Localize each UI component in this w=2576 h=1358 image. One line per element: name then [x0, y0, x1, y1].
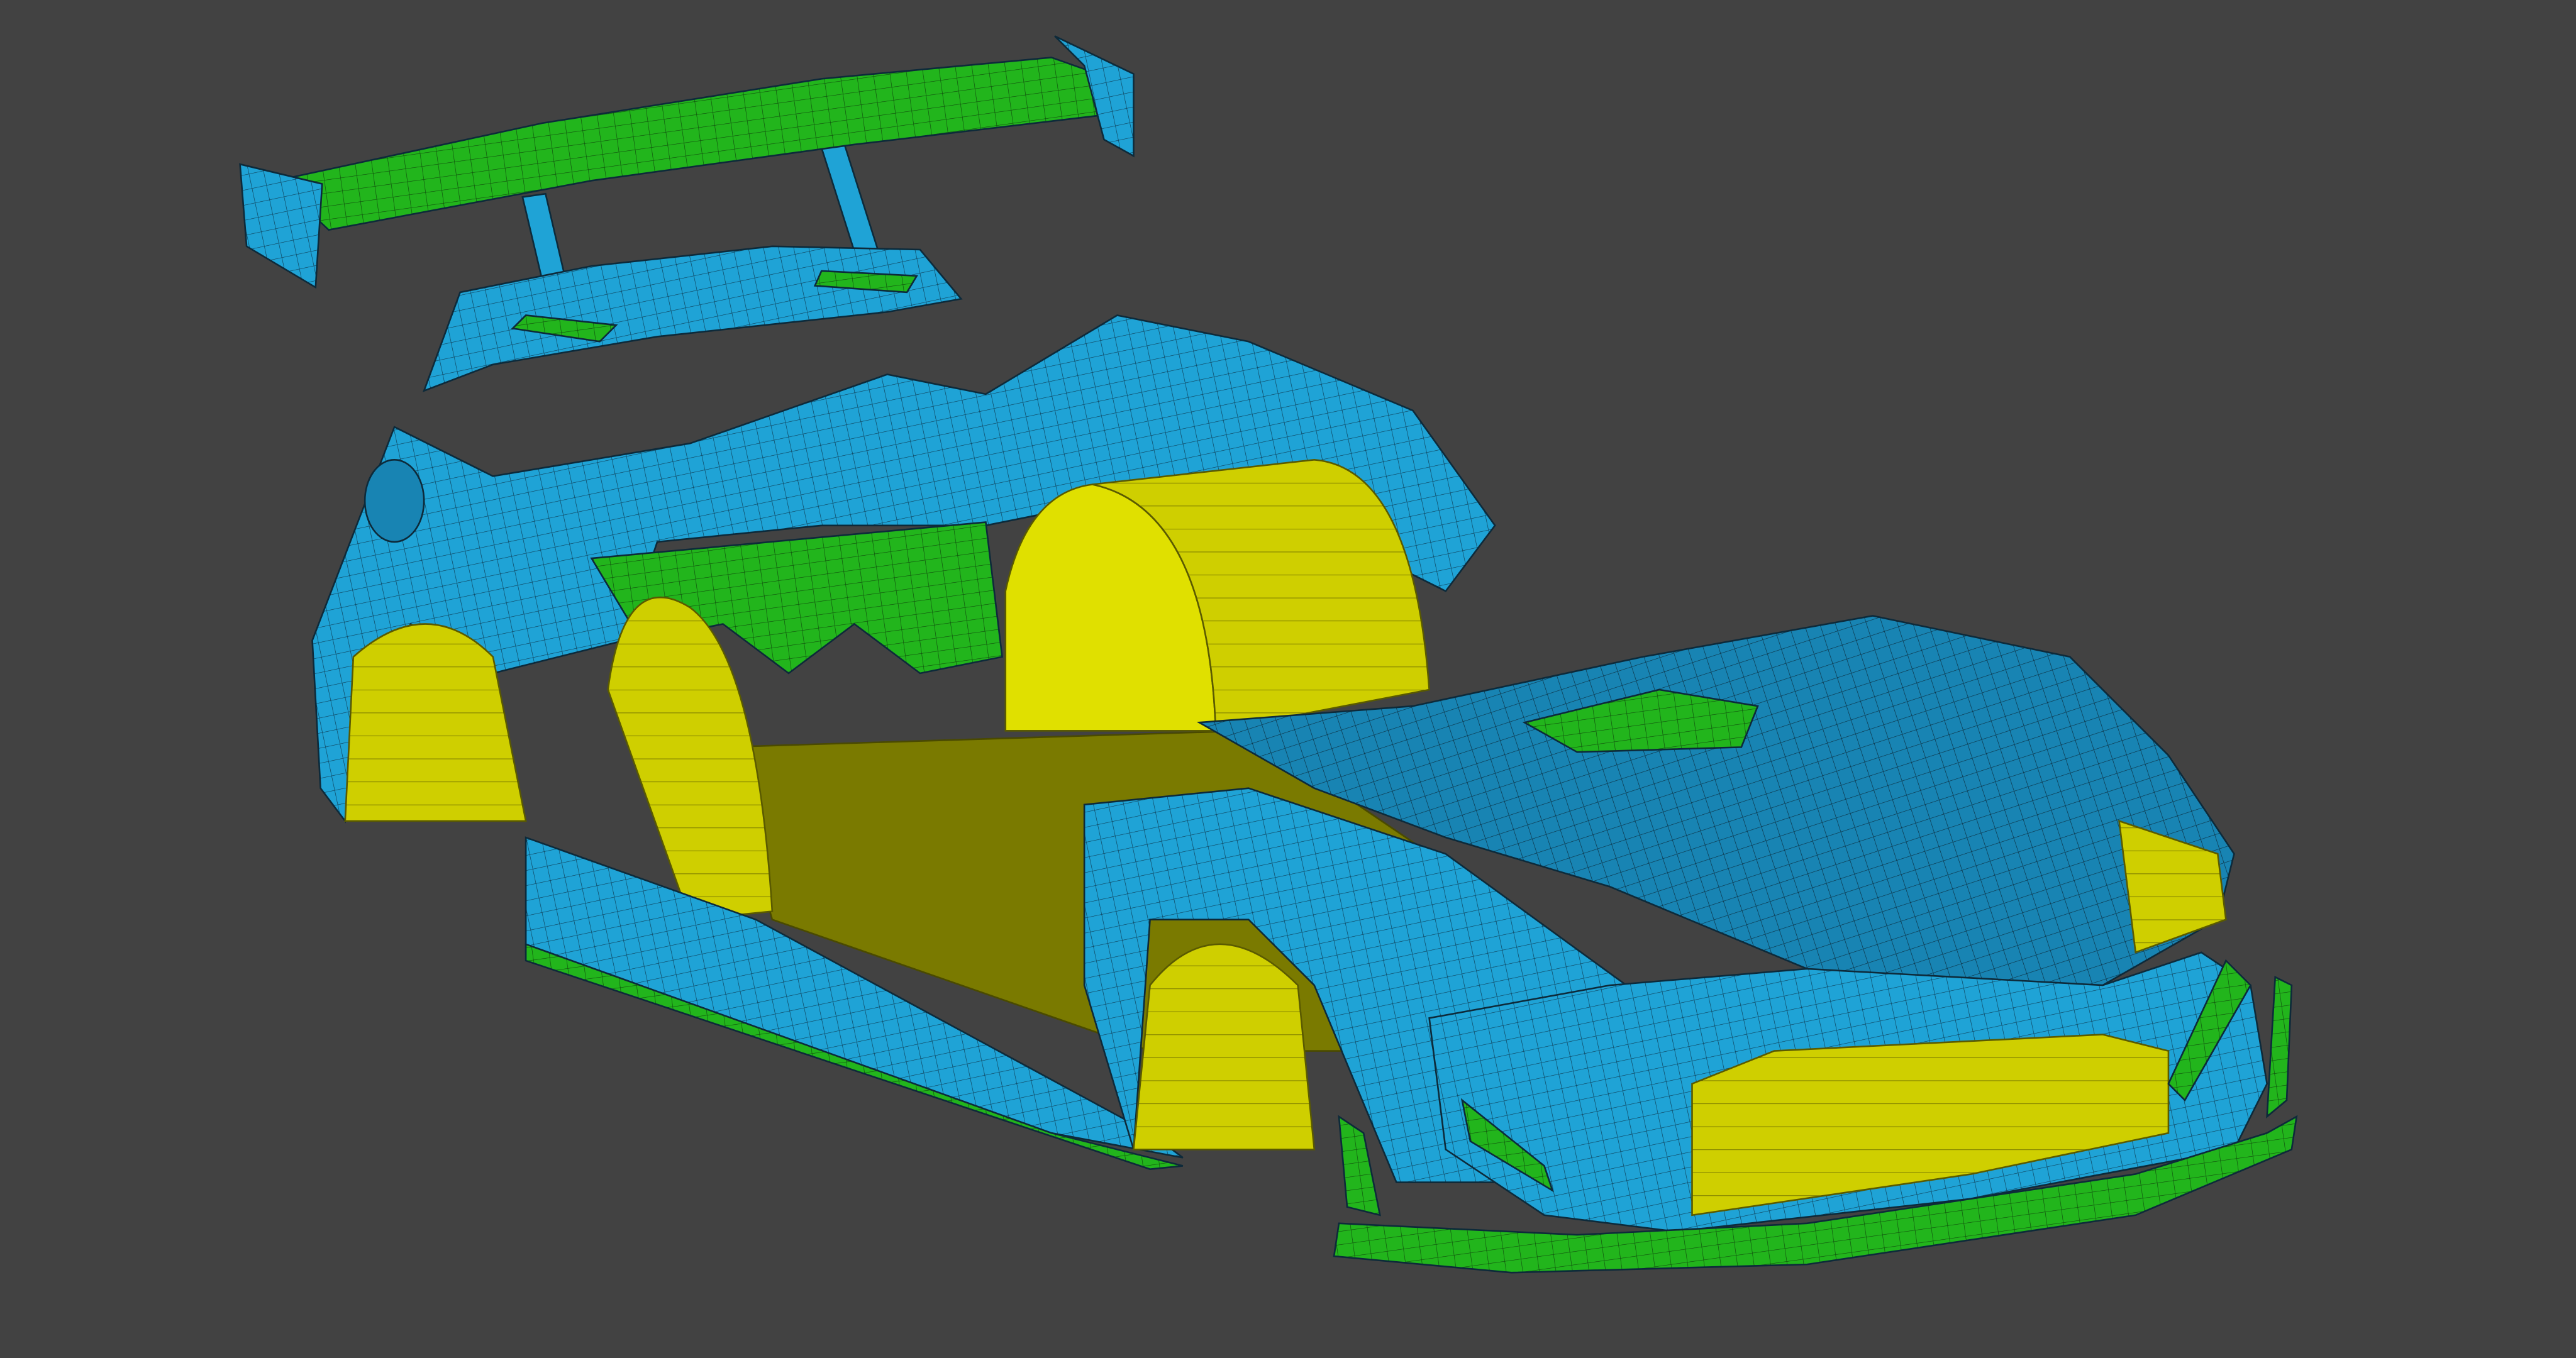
wing-endplate-left: [239, 163, 323, 289]
wing-main-plane: [274, 57, 1132, 231]
3d-viewport[interactable]: [0, 0, 2576, 1358]
front-canard-right-outer: [2266, 975, 2293, 1118]
front-wheel-housing: [1133, 943, 1316, 1151]
wing-deck-lid: [422, 245, 963, 392]
rear-wing[interactable]: [239, 35, 1135, 392]
rear-wheel-housing-inner: [607, 596, 774, 921]
front-canard-left-outer: [1338, 1115, 1381, 1217]
rear-vent-hole: [364, 459, 425, 543]
